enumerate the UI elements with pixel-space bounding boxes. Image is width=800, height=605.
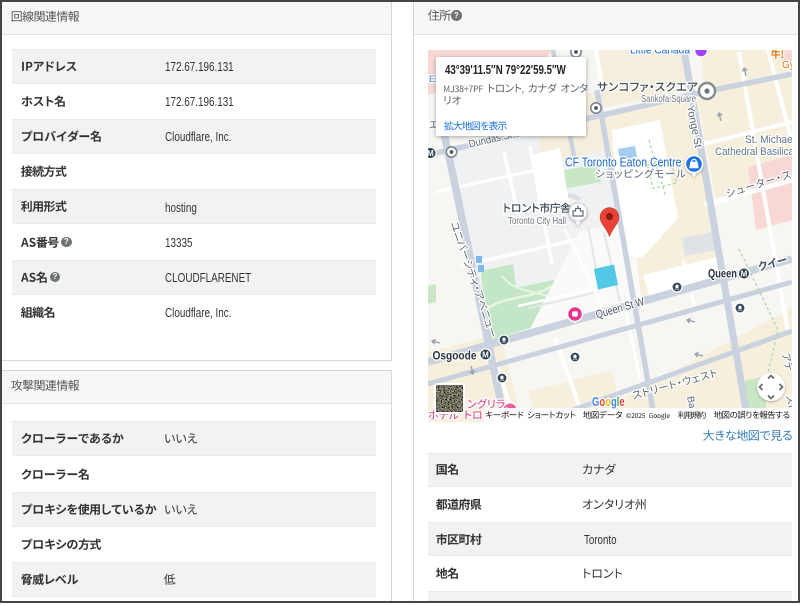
svg-text:Cathedral Basilica: Cathedral Basilica: [715, 147, 792, 159]
svg-text:M: M: [428, 149, 434, 158]
svg-text:Sankofa Square: Sankofa Square: [641, 93, 696, 104]
svg-text:Toronto City Hall: Toronto City Hall: [508, 215, 566, 226]
svg-text:Osgoode: Osgoode: [433, 350, 477, 363]
svg-text:o: o: [599, 396, 605, 410]
svg-text:CF Toronto Eaton Centre: CF Toronto Eaton Centre: [565, 157, 681, 170]
svg-text:M: M: [482, 350, 489, 359]
svg-text:St. Michael's: St. Michael's: [745, 134, 792, 146]
svg-text:Queen: Queen: [708, 267, 737, 280]
svg-text:G: G: [592, 396, 600, 410]
svg-text:Little Canada: Little Canada: [630, 50, 690, 57]
svg-text:M: M: [741, 269, 748, 278]
svg-text:g: g: [611, 396, 617, 410]
svg-text:o: o: [605, 396, 611, 410]
svg-text:Gy: Gy: [782, 60, 792, 71]
svg-text:e: e: [619, 396, 624, 410]
